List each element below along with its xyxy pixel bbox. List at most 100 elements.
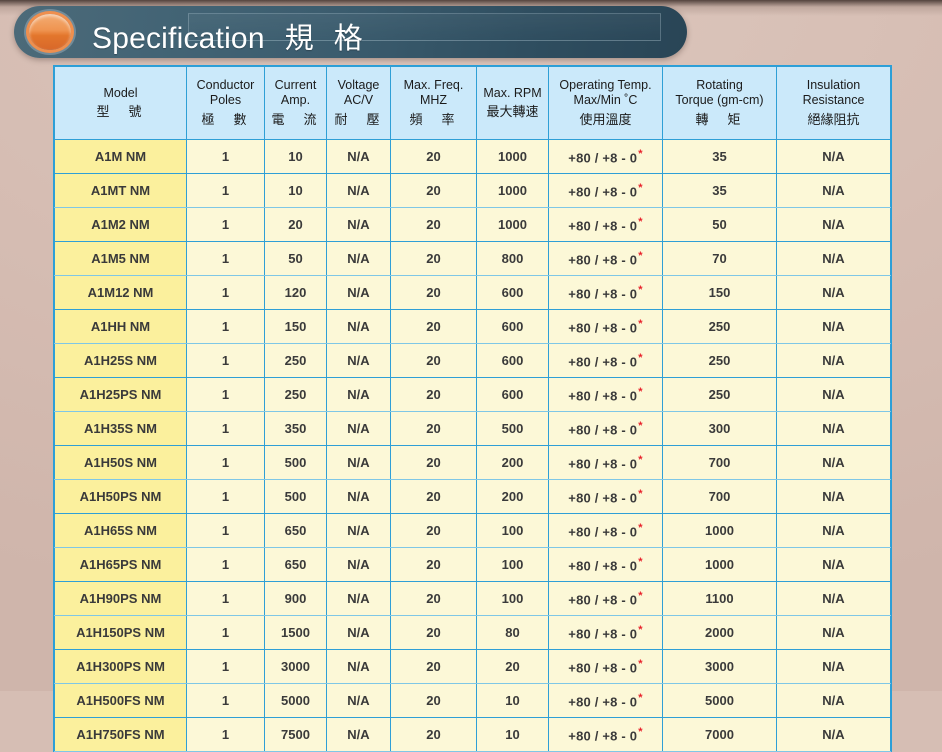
cell-freq: 20	[390, 717, 477, 752]
cell-temp: +80 / +8 - 0*	[548, 377, 663, 412]
footnote-asterisk: *	[638, 453, 643, 466]
cell-temp: +80 / +8 - 0*	[548, 207, 663, 242]
cell-temp: +80 / +8 - 0*	[548, 615, 663, 650]
column-header-current-amp: Current Amp. 電 流	[264, 66, 327, 140]
cell-rpm: 600	[476, 343, 549, 378]
cell-rpm: 800	[476, 241, 549, 276]
cell-poles: 1	[186, 275, 265, 310]
cell-insulation: N/A	[776, 615, 891, 650]
cell-torque: 3000	[662, 649, 777, 684]
footnote-asterisk: *	[638, 249, 643, 262]
cell-torque: 35	[662, 139, 777, 174]
cell-amp: 50	[264, 241, 327, 276]
column-header-insulation-resistance: Insulation Resistance 絕緣阻抗	[776, 66, 891, 140]
cell-freq: 20	[390, 547, 477, 582]
cell-model: A1H300PS NM	[54, 649, 187, 684]
cell-voltage: N/A	[326, 513, 391, 548]
cell-temp: +80 / +8 - 0*	[548, 547, 663, 582]
footnote-asterisk: *	[638, 623, 643, 636]
table-row: A1H50PS NM 1 500 N/A 20 200 +80 / +8 - 0* 700 N/…	[54, 479, 891, 514]
cell-temp: +80 / +8 - 0*	[548, 275, 663, 310]
cell-amp: 7500	[264, 717, 327, 752]
cell-torque: 1100	[662, 581, 777, 616]
cell-amp: 250	[264, 377, 327, 412]
cell-voltage: N/A	[326, 445, 391, 480]
cell-torque: 250	[662, 377, 777, 412]
cell-freq: 20	[390, 343, 477, 378]
cell-rpm: 200	[476, 445, 549, 480]
cell-insulation: N/A	[776, 377, 891, 412]
cell-voltage: N/A	[326, 649, 391, 684]
cell-voltage: N/A	[326, 343, 391, 378]
table-row: A1H300PS NM 1 3000 N/A 20 20 +80 / +8 - 0* 3000…	[54, 649, 891, 684]
cell-insulation: N/A	[776, 309, 891, 344]
footnote-asterisk: *	[638, 657, 643, 670]
cell-temp: +80 / +8 - 0*	[548, 683, 663, 718]
cell-model: A1M5 NM	[54, 241, 187, 276]
cell-poles: 1	[186, 309, 265, 344]
operating-temp-value: +80 / +8 - 0	[568, 388, 638, 404]
table-row: A1H65S NM 1 650 N/A 20 100 +80 / +8 - 0* 1000 N/…	[54, 513, 891, 548]
cell-insulation: N/A	[776, 207, 891, 242]
footnote-asterisk: *	[638, 589, 643, 602]
cell-torque: 250	[662, 309, 777, 344]
table-row: A1H150PS NM 1 1500 N/A 20 80 +80 / +8 - 0* 2000…	[54, 615, 891, 650]
cell-insulation: N/A	[776, 649, 891, 684]
footnote-asterisk: *	[638, 385, 643, 398]
cell-poles: 1	[186, 139, 265, 174]
cell-temp: +80 / +8 - 0*	[548, 479, 663, 514]
cell-model: A1H750FS NM	[54, 717, 187, 752]
cell-poles: 1	[186, 581, 265, 616]
cell-voltage: N/A	[326, 411, 391, 446]
cell-amp: 10	[264, 139, 327, 174]
cell-torque: 1000	[662, 513, 777, 548]
cell-freq: 20	[390, 139, 477, 174]
specification-banner: Specification 規 格	[14, 6, 687, 58]
operating-temp-value: +80 / +8 - 0	[568, 694, 638, 710]
footnote-asterisk: *	[638, 283, 643, 296]
cell-model: A1H25PS NM	[54, 377, 187, 412]
specification-table-container: Model 型 號 Conductor Poles 極 數 Current Am…	[54, 66, 891, 752]
cell-poles: 1	[186, 411, 265, 446]
cell-torque: 300	[662, 411, 777, 446]
column-header-voltage: Voltage AC/V 耐 壓	[326, 66, 391, 140]
cell-voltage: N/A	[326, 547, 391, 582]
cell-torque: 150	[662, 275, 777, 310]
cell-rpm: 600	[476, 275, 549, 310]
table-row: A1M2 NM 1 20 N/A 20 1000 +80 / +8 - 0* 50 N/A	[54, 207, 891, 242]
operating-temp-value: +80 / +8 - 0	[568, 728, 638, 744]
table-row: A1M NM 1 10 N/A 20 1000 +80 / +8 - 0* 35 N/A	[54, 139, 891, 174]
cell-amp: 5000	[264, 683, 327, 718]
operating-temp-value: +80 / +8 - 0	[568, 626, 638, 642]
operating-temp-value: +80 / +8 - 0	[568, 524, 638, 540]
cell-temp: +80 / +8 - 0*	[548, 343, 663, 378]
cell-rpm: 500	[476, 411, 549, 446]
cell-freq: 20	[390, 173, 477, 208]
operating-temp-value: +80 / +8 - 0	[568, 184, 638, 200]
cell-freq: 20	[390, 275, 477, 310]
cell-model: A1M12 NM	[54, 275, 187, 310]
table-row: A1MT NM 1 10 N/A 20 1000 +80 / +8 - 0* 35 N/A	[54, 173, 891, 208]
cell-temp: +80 / +8 - 0*	[548, 241, 663, 276]
cell-rpm: 10	[476, 717, 549, 752]
cell-voltage: N/A	[326, 207, 391, 242]
cell-insulation: N/A	[776, 343, 891, 378]
cell-model: A1H35S NM	[54, 411, 187, 446]
table-row: A1H750FS NM 1 7500 N/A 20 10 +80 / +8 - 0* 7000…	[54, 717, 891, 752]
page-title: Specification 規 格	[92, 15, 369, 57]
column-header-model: Model 型 號	[54, 66, 187, 140]
cell-insulation: N/A	[776, 683, 891, 718]
cell-poles: 1	[186, 513, 265, 548]
cell-poles: 1	[186, 717, 265, 752]
cell-insulation: N/A	[776, 513, 891, 548]
operating-temp-value: +80 / +8 - 0	[568, 660, 638, 676]
cell-freq: 20	[390, 411, 477, 446]
table-row: A1M5 NM 1 50 N/A 20 800 +80 / +8 - 0* 70 N/A	[54, 241, 891, 276]
cell-torque: 250	[662, 343, 777, 378]
operating-temp-value: +80 / +8 - 0	[568, 252, 638, 268]
cell-insulation: N/A	[776, 581, 891, 616]
page-title-en: Specification	[92, 22, 265, 55]
cell-voltage: N/A	[326, 377, 391, 412]
cell-amp: 350	[264, 411, 327, 446]
cell-torque: 5000	[662, 683, 777, 718]
